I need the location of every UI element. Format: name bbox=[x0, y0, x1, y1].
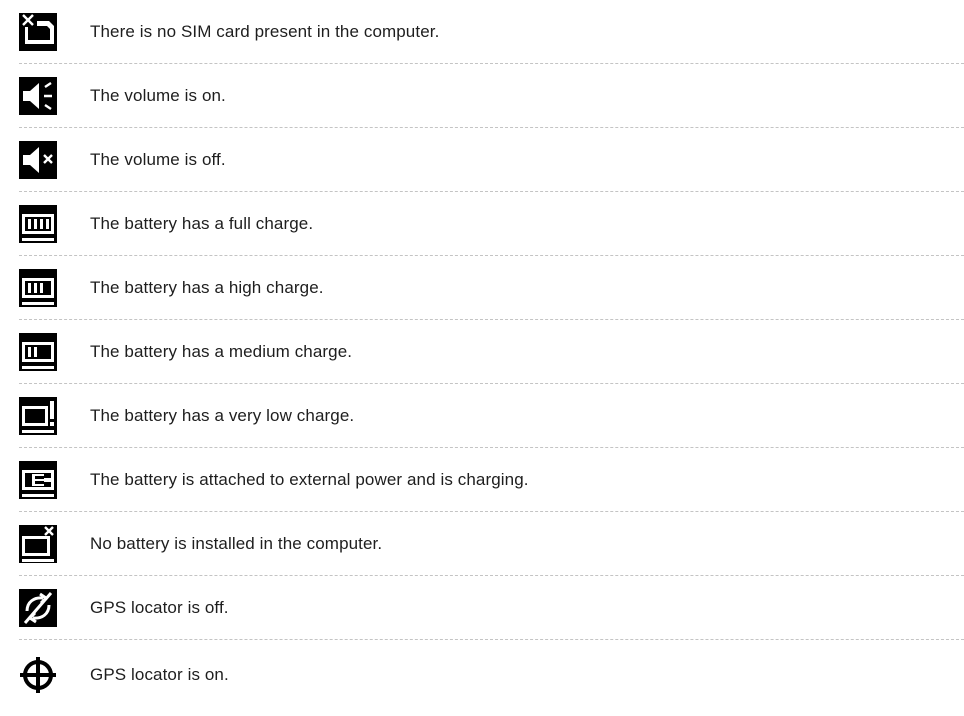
list-item: GPS locator is off. bbox=[19, 576, 964, 640]
item-description: The volume is on. bbox=[90, 85, 226, 105]
item-description: The volume is off. bbox=[90, 149, 226, 169]
list-item: The battery is attached to external powe… bbox=[19, 448, 964, 512]
item-description: The battery has a full charge. bbox=[90, 213, 314, 233]
item-description: The battery has a very low charge. bbox=[90, 405, 355, 425]
list-item: The battery has a full charge. bbox=[19, 192, 964, 256]
battery-full-icon bbox=[19, 204, 57, 243]
item-description: The battery has a medium charge. bbox=[90, 341, 353, 361]
sim-card-missing-icon bbox=[19, 12, 57, 51]
volume-on-icon bbox=[19, 76, 57, 115]
battery-medium-icon bbox=[19, 332, 57, 371]
list-item: No battery is installed in the computer. bbox=[19, 512, 964, 576]
list-item: There is no SIM card present in the comp… bbox=[19, 0, 964, 64]
volume-off-icon bbox=[19, 140, 57, 179]
battery-very-low-icon bbox=[19, 396, 57, 435]
list-item: The battery has a high charge. bbox=[19, 256, 964, 320]
gps-off-icon bbox=[19, 588, 57, 627]
no-battery-icon bbox=[19, 524, 57, 563]
item-description: There is no SIM card present in the comp… bbox=[90, 21, 440, 41]
list-item: The battery has a medium charge. bbox=[19, 320, 964, 384]
item-description: The battery is attached to external powe… bbox=[90, 469, 529, 489]
item-description: GPS locator is on. bbox=[90, 665, 229, 684]
gps-on-icon bbox=[19, 656, 57, 694]
list-item: The volume is off. bbox=[19, 128, 964, 192]
list-item: GPS locator is on. bbox=[19, 640, 964, 710]
list-item: The volume is on. bbox=[19, 64, 964, 128]
item-description: GPS locator is off. bbox=[90, 597, 229, 617]
battery-charging-icon bbox=[19, 460, 57, 499]
battery-high-icon bbox=[19, 268, 57, 307]
item-description: The battery has a high charge. bbox=[90, 277, 324, 297]
status-icon-list: There is no SIM card present in the comp… bbox=[19, 0, 964, 710]
list-item: The battery has a very low charge. bbox=[19, 384, 964, 448]
item-description: No battery is installed in the computer. bbox=[90, 533, 383, 553]
